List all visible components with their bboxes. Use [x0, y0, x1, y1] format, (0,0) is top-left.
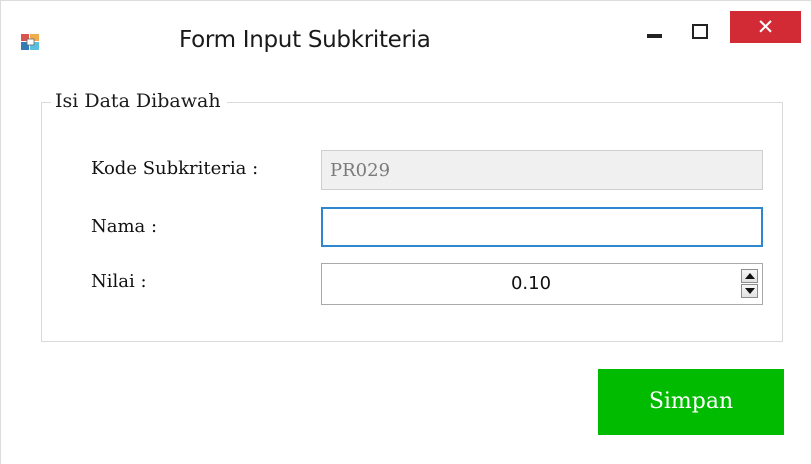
maximize-button[interactable]: [684, 11, 718, 41]
spin-down-button[interactable]: [741, 284, 758, 298]
nilai-numeric-input[interactable]: 0.10: [321, 263, 763, 305]
arrow-up-icon: [745, 273, 755, 279]
spin-up-button[interactable]: [741, 269, 758, 283]
window-title: Form Input Subkriteria: [179, 27, 431, 53]
close-icon: ✕: [756, 15, 775, 39]
maximize-icon: [692, 24, 708, 39]
simpan-button[interactable]: Simpan: [598, 369, 784, 435]
nilai-spinner[interactable]: [741, 269, 758, 299]
nama-field[interactable]: [321, 207, 763, 247]
close-button[interactable]: ✕: [730, 11, 801, 43]
nilai-label: Nilai :: [91, 271, 147, 292]
groupbox-legend: Isi Data Dibawah: [51, 90, 227, 112]
kode-subkriteria-label: Kode Subkriteria :: [91, 158, 259, 179]
minimize-icon: [647, 34, 662, 38]
nama-label: Nama :: [91, 216, 158, 237]
form-window: Form Input Subkriteria ✕ Isi Data Dibawa…: [0, 0, 811, 464]
minimize-button[interactable]: [637, 11, 669, 41]
arrow-down-icon: [745, 288, 755, 294]
kode-subkriteria-field: [321, 150, 763, 190]
app-icon: [21, 34, 39, 50]
title-bar[interactable]: Form Input Subkriteria ✕: [1, 1, 811, 71]
nilai-value[interactable]: 0.10: [322, 264, 740, 304]
